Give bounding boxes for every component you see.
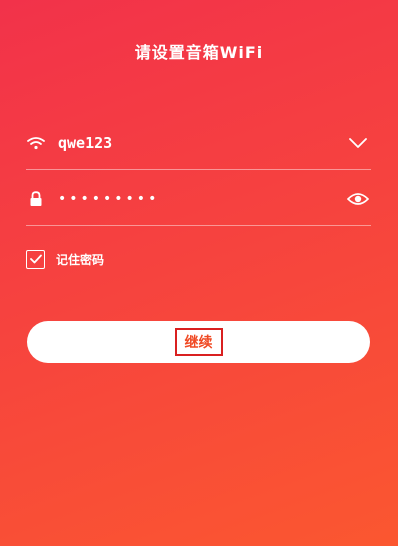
- lock-icon: [26, 189, 46, 209]
- password-divider: [26, 225, 371, 226]
- remember-checkbox[interactable]: [26, 249, 45, 269]
- password-value[interactable]: •••••••••: [58, 191, 345, 207]
- ssid-divider: [26, 169, 371, 170]
- wifi-setup-screen: 请设置音箱WiFi qwe123 ••••••••• 记住密码 继续: [0, 0, 398, 546]
- remember-password: 记住密码: [26, 249, 104, 269]
- continue-button[interactable]: 继续: [27, 321, 370, 363]
- password-field[interactable]: •••••••••: [26, 179, 371, 219]
- continue-label: 继续: [174, 328, 223, 356]
- wifi-icon: [26, 133, 46, 153]
- page-title: 请设置音箱WiFi: [134, 43, 264, 62]
- ssid-field[interactable]: qwe123: [26, 123, 371, 163]
- check-icon: [29, 254, 42, 264]
- chevron-down-icon[interactable]: [345, 133, 371, 153]
- remember-label: 记住密码: [56, 252, 105, 267]
- ssid-value[interactable]: qwe123: [58, 134, 345, 152]
- eye-icon[interactable]: [345, 189, 371, 209]
